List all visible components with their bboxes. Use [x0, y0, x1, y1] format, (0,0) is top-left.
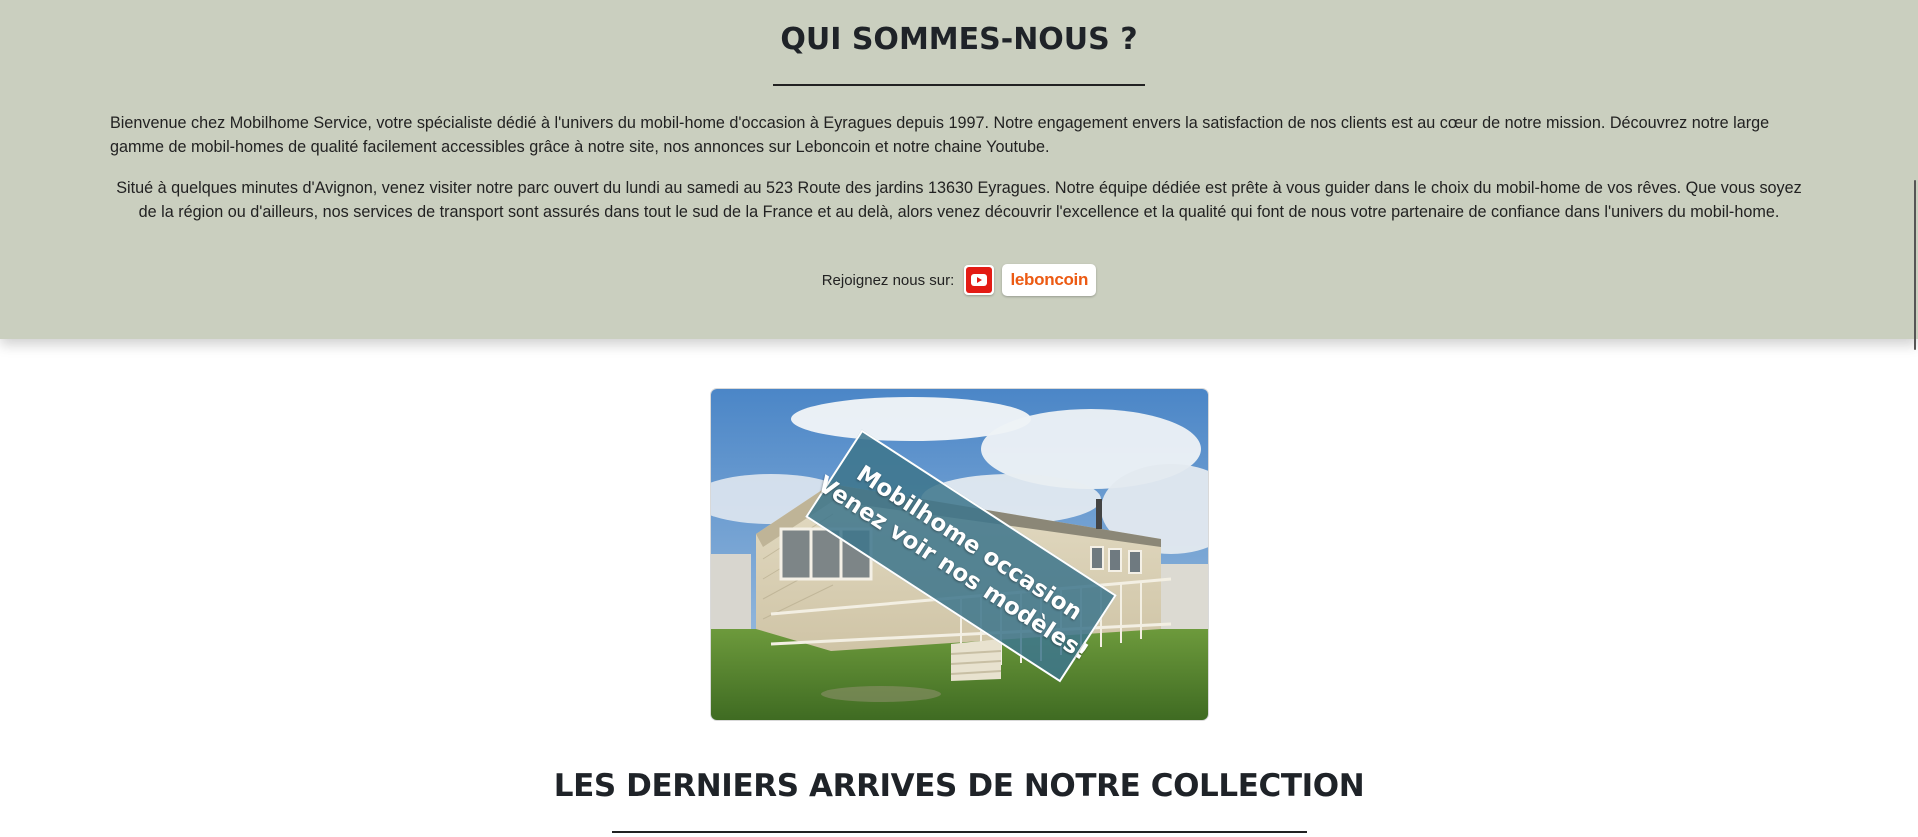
youtube-link[interactable]: [964, 265, 995, 295]
leboncoin-link[interactable]: leboncoin: [1002, 264, 1097, 296]
about-section: QUI SOMMES-NOUS ? Bienvenue chez Mobilho…: [0, 0, 1918, 339]
social-links: Rejoignez nous sur: leboncoin: [0, 264, 1918, 296]
collection-title: LES DERNIERS ARRIVES DE NOTRE COLLECTION: [553, 768, 1365, 804]
about-paragraph-intro: Bienvenue chez Mobilhome Service, votre …: [110, 114, 1770, 156]
about-title: QUI SOMMES-NOUS ?: [780, 22, 1138, 57]
youtube-icon: [966, 267, 993, 293]
title-divider: [773, 84, 1145, 86]
collection-divider: [612, 831, 1307, 833]
about-paragraph-location: Situé à quelques minutes d'Avignon, vene…: [116, 179, 1802, 221]
hero-image: Mobilhome occasion Venez voir nos modèle…: [711, 389, 1208, 720]
leboncoin-logo: leboncoin: [1010, 270, 1089, 289]
scrollbar[interactable]: [1914, 180, 1916, 350]
social-label: Rejoignez nous sur:: [821, 271, 955, 289]
